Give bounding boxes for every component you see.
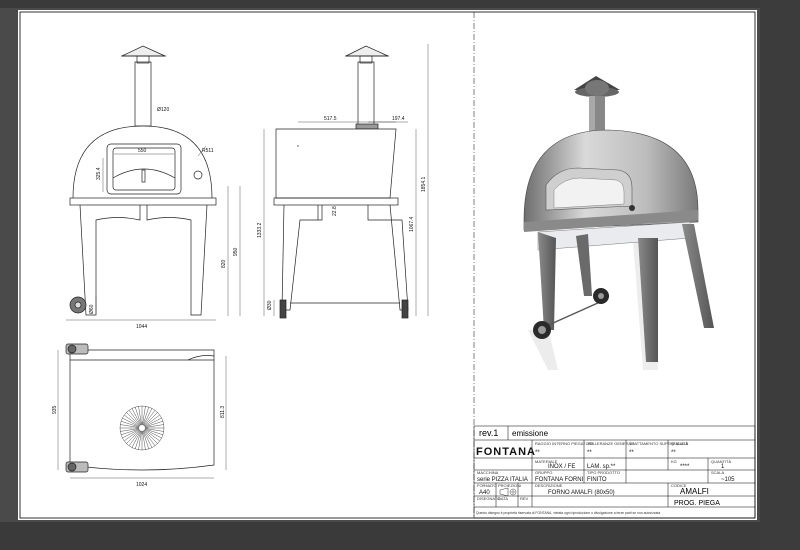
dim-depth-517: 517.5 — [324, 116, 337, 122]
dim-dome-radius: R511 — [202, 148, 214, 154]
dim-front-height: 950 — [233, 247, 239, 256]
oven-3d-render — [523, 76, 714, 370]
v-tolleranze: ** — [587, 450, 592, 456]
dim-overall-height: 1854.1 — [421, 176, 427, 192]
dim-leg-height: 820 — [221, 259, 227, 268]
h-rev: REV — [520, 496, 529, 501]
dim-mouth-height: 325.4 — [96, 167, 102, 180]
dim-top-width: 1024 — [136, 482, 147, 488]
rev-label: rev.1 — [479, 428, 498, 438]
v-qualita: ** — [671, 450, 676, 456]
h-tolleranze: TOLLERANZE GENERALI — [587, 441, 635, 446]
v-kg: **** — [680, 464, 690, 470]
rev-desc: emissione — [512, 429, 549, 438]
dim-side-height-1: 1333.2 — [257, 222, 263, 238]
h-raggio: RAGGIO INTERNO PIEGATURE — [535, 441, 594, 446]
projection-symbol-icon — [499, 487, 517, 497]
drawing-sheet: 1044 550 325.4 R511 Ø120 820 950 Ø60 517… — [18, 10, 757, 520]
brand-logo: FONTANA — [476, 446, 536, 458]
dim-side-wheel: Ø30 — [267, 300, 273, 310]
v-prog: PROG. PIEGA — [674, 500, 720, 507]
front-view — [69, 45, 217, 316]
v-tipo: FINITO — [587, 477, 607, 483]
h-formato: FORMATO — [477, 483, 497, 488]
v-scala: ~105 — [721, 477, 735, 483]
dim-front-width: 1044 — [136, 324, 147, 330]
v-trattamento: ** — [629, 450, 634, 456]
v-raggio: ** — [535, 450, 540, 456]
h-disegnato: DISEGNATO — [477, 496, 500, 501]
side-view — [273, 45, 409, 319]
h-qualita: QUALITÀ — [671, 441, 688, 446]
h-kg: KG — [671, 459, 677, 464]
dim-wheel-height: Ø60 — [89, 304, 95, 314]
v-codice: AMALFI — [680, 487, 709, 496]
window-bottom-edge — [0, 522, 760, 550]
h-macchina: MACCHINA — [477, 470, 499, 475]
dim-side-height-2: 1067.4 — [409, 216, 415, 232]
dim-top-right: 811.3 — [220, 406, 226, 418]
h-proiezioni: PROIEZIONI — [498, 483, 521, 488]
window-right-panel — [760, 0, 800, 550]
dim-mouth-width: 550 — [138, 148, 147, 154]
dim-depth-197: 197.4 — [392, 116, 405, 122]
dim-flue-diameter: Ø120 — [157, 107, 169, 113]
dim-top-depth: 935 — [52, 405, 58, 414]
dim-leg-spacing: 22.8 — [332, 206, 338, 216]
h-gruppo: GRUPPO — [535, 470, 552, 475]
h-tipo: TIPO PRODOTTO — [587, 470, 620, 475]
h-descrizione: DESCRIZIONE — [535, 483, 563, 488]
window-top-edge — [0, 0, 800, 8]
copyright-footer: Questo disegno è proprietà riservata di … — [476, 511, 660, 515]
drawing-canvas: 1044 550 325.4 R511 Ø120 820 950 Ø60 517… — [19, 11, 756, 519]
h-scala: SCALA — [711, 470, 724, 475]
h-data: DATA — [498, 496, 508, 501]
top-chimney-cap — [119, 405, 165, 451]
v-descrizione: FORNO AMALFI (80x50) — [548, 490, 615, 496]
